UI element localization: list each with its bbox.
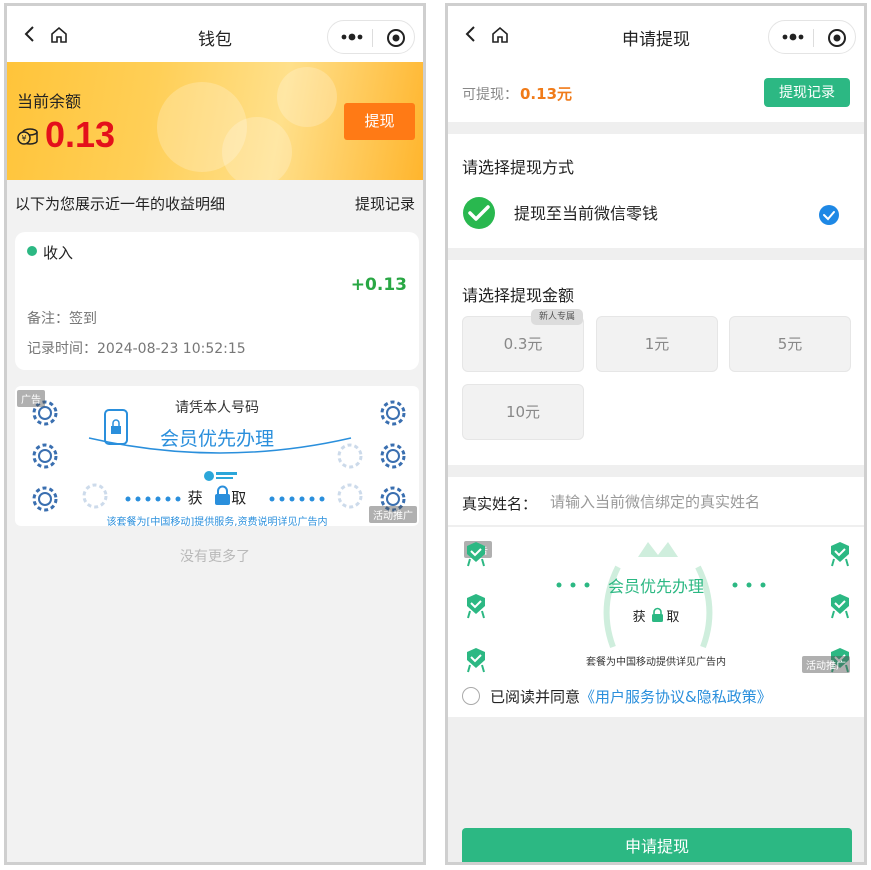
withdraw-button[interactable]: 提现	[344, 103, 415, 140]
wreath-decoration	[603, 542, 713, 649]
ribbon-badge-icon	[831, 542, 849, 567]
agreement-label: 已阅读并同意	[490, 688, 581, 706]
withdraw-method-section: 请选择提现方式 提现至当前微信零钱	[448, 134, 864, 248]
available-section: 可提现： 0.13元 提现记录	[448, 62, 864, 122]
amount-option-label: 1元	[644, 335, 670, 353]
ad-banner[interactable]: 广告 会员优先办理 获 取 套餐为中国移动提供详见广告内 活动推广	[448, 527, 864, 677]
amount-section: 请选择提现金额 0.3元 新人专属 1元 5元 10元	[448, 260, 864, 465]
nav-bar: 申请提现	[448, 6, 864, 62]
ad-title: 会员优先办理	[607, 577, 704, 596]
close-circle-icon[interactable]	[386, 28, 406, 48]
no-more-text: 没有更多了	[180, 549, 250, 565]
ad-get-left: 获	[632, 610, 646, 625]
amount-option[interactable]: 0.3元 新人专属	[462, 309, 584, 372]
svg-text:¥: ¥	[21, 134, 26, 143]
balance-banner: 当前余额 ¥ 0.13 提现	[7, 62, 423, 180]
submit-withdraw-button[interactable]: 申请提现	[462, 828, 852, 862]
balance-label: 当前余额	[17, 92, 82, 111]
amount-title: 请选择提现金额	[462, 286, 575, 305]
mini-program-capsule	[327, 20, 415, 54]
agreement-row: 已阅读并同意《用户服务协议&隐私政策》	[448, 677, 864, 717]
promo-tag: 活动推广	[369, 506, 417, 523]
agreement-radio[interactable]	[462, 687, 480, 705]
withdraw-screen: 申请提现 可提现： 0.13元 提现记录 请选择提现方式 提现至当前微信零钱 请…	[445, 3, 867, 865]
ad-headline: 请凭本人号码	[175, 400, 259, 416]
available-amount: 0.13元	[520, 85, 573, 103]
ad-banner[interactable]: 广告 请凭本人号码 会员优先办理 获 取 该套餐为[中国移动]提供服务,资费说明…	[15, 386, 419, 526]
balance-amount: 0.13	[45, 114, 116, 155]
ad-get-left: 获	[187, 489, 203, 507]
ad-footer: 该套餐为[中国移动]提供服务,资费说明详见广告内	[106, 517, 328, 526]
income-record-card: 收入 +0.13 备注：签到 记录时间：2024-08-23 10:52:15	[15, 232, 419, 370]
income-amount: +0.13	[350, 275, 407, 295]
lock-icon	[652, 607, 663, 622]
amount-option-label: 0.3元	[503, 335, 543, 353]
ribbon-badge-icon	[467, 542, 485, 567]
amount-option[interactable]: 10元	[462, 384, 584, 440]
amount-option-label: 10元	[505, 403, 541, 421]
wallet-screen: 钱包 当前余额 ¥ 0.13 提现 以下为您展示近一年的收益明细 提现记录 收入…	[4, 3, 426, 865]
coin-icon: ¥	[17, 128, 38, 145]
close-circle-icon[interactable]	[827, 28, 847, 48]
nav-bar: 钱包	[7, 6, 423, 62]
detail-description: 以下为您展示近一年的收益明细	[15, 195, 226, 213]
real-name-input[interactable]	[550, 488, 850, 516]
income-dot-icon	[27, 246, 37, 256]
income-note: 备注：签到	[27, 311, 97, 327]
checkmark-icon[interactable]	[818, 204, 840, 226]
capsule-divider	[813, 29, 814, 47]
income-time: 记录时间：2024-08-23 10:52:15	[27, 341, 246, 357]
mini-program-capsule	[768, 20, 856, 54]
agreement-link[interactable]: 《用户服务协议&隐私政策》	[580, 688, 772, 706]
available-label: 可提现：	[462, 87, 518, 103]
agreement-text: 已阅读并同意《用户服务协议&隐私政策》	[490, 686, 772, 707]
more-icon[interactable]	[782, 31, 804, 43]
ad-get-right: 取	[666, 610, 680, 625]
promo-tag: 活动推广	[802, 656, 850, 673]
real-name-label: 真实姓名：	[462, 495, 538, 513]
real-name-section: 真实姓名：	[448, 477, 864, 525]
new-user-badge: 新人专属	[531, 309, 583, 325]
withdraw-record-button[interactable]: 提现记录	[764, 78, 850, 107]
detail-header: 以下为您展示近一年的收益明细 提现记录	[7, 180, 423, 226]
lock-icon	[215, 485, 230, 505]
dots-decoration	[269, 496, 325, 502]
wechat-option-label[interactable]: 提现至当前微信零钱	[514, 200, 658, 224]
amount-option-label: 5元	[777, 335, 803, 353]
ad-get-right: 取	[231, 489, 247, 507]
withdraw-record-link[interactable]: 提现记录	[355, 193, 415, 214]
china-mobile-logo-icon	[204, 471, 237, 481]
more-icon[interactable]	[341, 31, 363, 43]
ad-arc-decoration	[88, 437, 352, 454]
method-title: 请选择提现方式	[462, 158, 575, 177]
income-title: 收入	[43, 244, 74, 262]
amount-option[interactable]: 5元	[729, 316, 851, 372]
capsule-divider	[372, 29, 373, 47]
amount-option[interactable]: 1元	[596, 316, 718, 372]
wechat-pay-icon	[463, 197, 495, 229]
